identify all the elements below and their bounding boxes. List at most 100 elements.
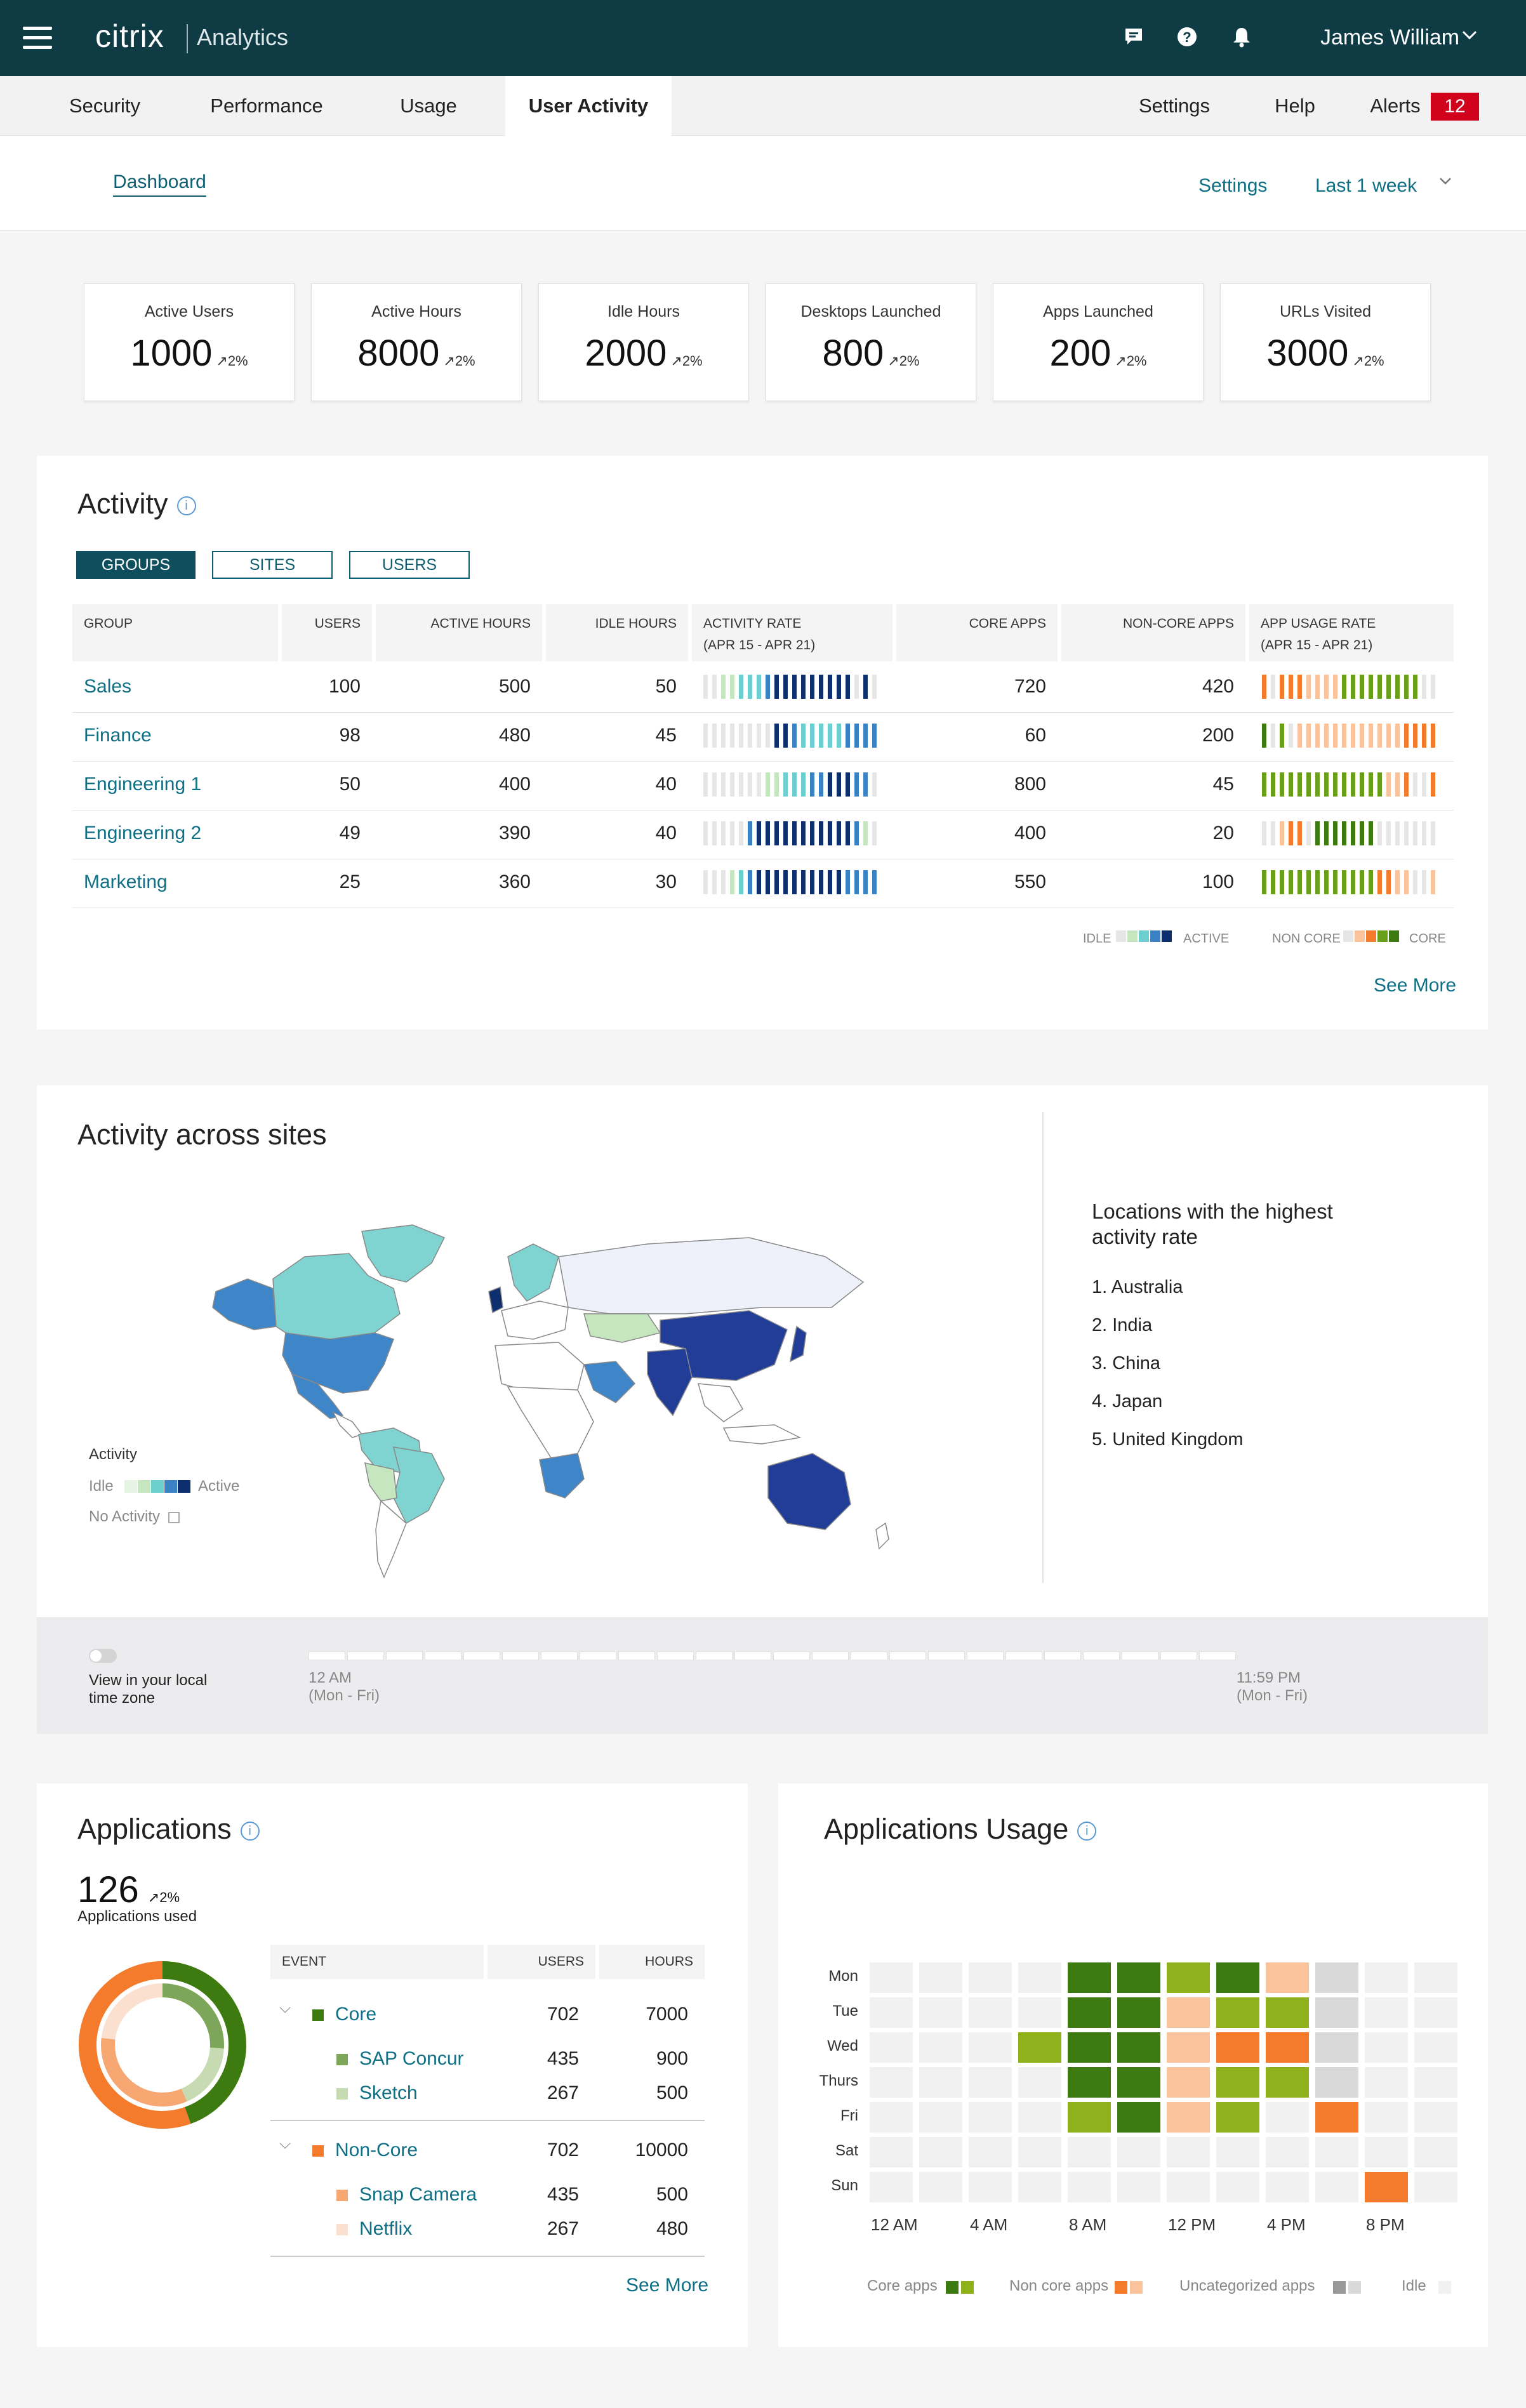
chevron-down-icon[interactable]	[1436, 171, 1455, 195]
app-name-link[interactable]: SAP Concur	[336, 2046, 464, 2072]
feedback-icon[interactable]	[1122, 25, 1145, 48]
heatmap-cell[interactable]	[870, 1997, 913, 2028]
heatmap-cell[interactable]	[1068, 2172, 1111, 2202]
timeline-hour-cell[interactable]	[773, 1651, 810, 1660]
heatmap-cell[interactable]	[969, 2172, 1012, 2202]
heatmap-cell[interactable]	[1018, 1962, 1061, 1993]
heatmap-cell[interactable]	[1266, 2067, 1309, 2098]
heatmap-cell[interactable]	[1068, 2067, 1111, 2098]
timeline-hour-cell[interactable]	[463, 1651, 500, 1660]
heatmap-cell[interactable]	[1266, 2032, 1309, 2063]
heatmap-cell[interactable]	[1365, 2137, 1408, 2167]
heatmap-cell[interactable]	[1117, 2032, 1160, 2063]
heatmap-cell[interactable]	[919, 2172, 962, 2202]
heatmap-cell[interactable]	[1167, 1997, 1210, 2028]
heatmap-cell[interactable]	[1216, 2172, 1259, 2202]
timeline-hour-cell[interactable]	[851, 1651, 887, 1660]
group-name-link[interactable]: Sales	[84, 673, 131, 701]
timeline-hour-cell[interactable]	[1044, 1651, 1081, 1660]
heatmap-cell[interactable]	[1216, 2067, 1259, 2098]
kpi-card-active-users[interactable]: Active Users 1000 ↗2%	[84, 283, 295, 401]
heatmap-cell[interactable]	[1216, 1962, 1259, 1993]
heatmap-cell[interactable]	[1414, 2102, 1457, 2133]
heatmap-cell[interactable]	[969, 1997, 1012, 2028]
app-name-link[interactable]: Netflix	[336, 2216, 412, 2242]
nav-help[interactable]: Help	[1263, 76, 1327, 136]
info-icon[interactable]: i	[1077, 1822, 1097, 1841]
heatmap-cell[interactable]	[1068, 2102, 1111, 2133]
heatmap-cell[interactable]	[1414, 1962, 1457, 1993]
tab-users[interactable]: USERS	[349, 551, 470, 579]
timeline-hour-cell[interactable]	[1160, 1651, 1197, 1660]
app-group-name[interactable]: Core	[312, 2002, 376, 2027]
heatmap-cell[interactable]	[870, 2102, 913, 2133]
timeline-hour-cell[interactable]	[618, 1651, 655, 1660]
heatmap-cell[interactable]	[1018, 2032, 1061, 2063]
user-menu[interactable]: James William	[1320, 25, 1459, 50]
heatmap-cell[interactable]	[1414, 2067, 1457, 2098]
heatmap-cell[interactable]	[1117, 1997, 1160, 2028]
timeline-hour-cell[interactable]	[347, 1651, 384, 1660]
chevron-down-icon[interactable]	[1460, 25, 1479, 50]
heatmap-cell[interactable]	[1365, 2172, 1408, 2202]
heatmap-cell[interactable]	[1167, 2172, 1210, 2202]
heatmap-cell[interactable]	[1216, 2102, 1259, 2133]
heatmap-cell[interactable]	[870, 2172, 913, 2202]
heatmap-cell[interactable]	[1018, 2137, 1061, 2167]
timeline-hour-cell[interactable]	[309, 1651, 345, 1660]
timeline-hour-cell[interactable]	[580, 1651, 616, 1660]
heatmap-cell[interactable]	[870, 2137, 913, 2167]
help-icon[interactable]: ?	[1176, 25, 1198, 48]
heatmap-cell[interactable]	[1315, 2102, 1358, 2133]
heatmap-cell[interactable]	[1068, 1962, 1111, 1993]
heatmap-cell[interactable]	[969, 2137, 1012, 2167]
group-name-link[interactable]: Marketing	[84, 868, 168, 896]
heatmap-cell[interactable]	[1167, 1962, 1210, 1993]
heatmap-cell[interactable]	[1068, 2137, 1111, 2167]
alerts-count-badge[interactable]: 12	[1431, 93, 1479, 121]
heatmap-cell[interactable]	[1266, 1962, 1309, 1993]
chevron-down-icon[interactable]: ⌵	[279, 1995, 291, 2021]
heatmap-cell[interactable]	[1414, 2032, 1457, 2063]
heatmap-cell[interactable]	[870, 2032, 913, 2063]
heatmap-cell[interactable]	[1315, 1997, 1358, 2028]
heatmap-cell[interactable]	[919, 2137, 962, 2167]
timeline-hour-cell[interactable]	[1005, 1651, 1042, 1660]
heatmap-cell[interactable]	[1117, 1962, 1160, 1993]
tab-sites[interactable]: SITES	[212, 551, 333, 579]
app-group-name[interactable]: Non-Core	[312, 2138, 418, 2163]
time-range-select[interactable]: Last 1 week	[1315, 175, 1417, 197]
kpi-card-desktops-launched[interactable]: Desktops Launched 800 ↗2%	[766, 283, 976, 401]
heatmap-cell[interactable]	[1117, 2102, 1160, 2133]
timeline-hour-cell[interactable]	[928, 1651, 965, 1660]
timeline-hour-cell[interactable]	[734, 1651, 771, 1660]
see-more-activity-link[interactable]: See More	[1374, 975, 1456, 996]
tab-performance[interactable]: Performance	[197, 76, 336, 136]
heatmap-cell[interactable]	[1315, 2172, 1358, 2202]
tab-user-activity[interactable]: User Activity	[505, 76, 672, 136]
heatmap-cell[interactable]	[1068, 1997, 1111, 2028]
timeline-hour-cell[interactable]	[1122, 1651, 1158, 1660]
tab-security[interactable]: Security	[51, 76, 159, 136]
menu-icon[interactable]	[23, 27, 52, 50]
timeline-hour-cell[interactable]	[696, 1651, 733, 1660]
heatmap-cell[interactable]	[1365, 1997, 1408, 2028]
heatmap-cell[interactable]	[1216, 2032, 1259, 2063]
kpi-card-active-hours[interactable]: Active Hours 8000 ↗2%	[311, 283, 522, 401]
kpi-card-urls-visited[interactable]: URLs Visited 3000 ↗2%	[1220, 283, 1431, 401]
tab-groups[interactable]: GROUPS	[76, 551, 196, 579]
kpi-card-apps-launched[interactable]: Apps Launched 200 ↗2%	[993, 283, 1204, 401]
heatmap-cell[interactable]	[1018, 2102, 1061, 2133]
group-name-link[interactable]: Finance	[84, 722, 152, 750]
heatmap-cell[interactable]	[1266, 2137, 1309, 2167]
heatmap-cell[interactable]	[1216, 2137, 1259, 2167]
timeline-hour-cell[interactable]	[889, 1651, 926, 1660]
see-more-applications-link[interactable]: See More	[626, 2275, 708, 2296]
heatmap-cell[interactable]	[1018, 2067, 1061, 2098]
local-timezone-toggle[interactable]	[89, 1649, 117, 1663]
nav-settings[interactable]: Settings	[1124, 76, 1225, 136]
world-map[interactable]	[203, 1219, 927, 1580]
heatmap-cell[interactable]	[1315, 1962, 1358, 1993]
timeline-hour-cell[interactable]	[812, 1651, 849, 1660]
heatmap-cell[interactable]	[1414, 2172, 1457, 2202]
